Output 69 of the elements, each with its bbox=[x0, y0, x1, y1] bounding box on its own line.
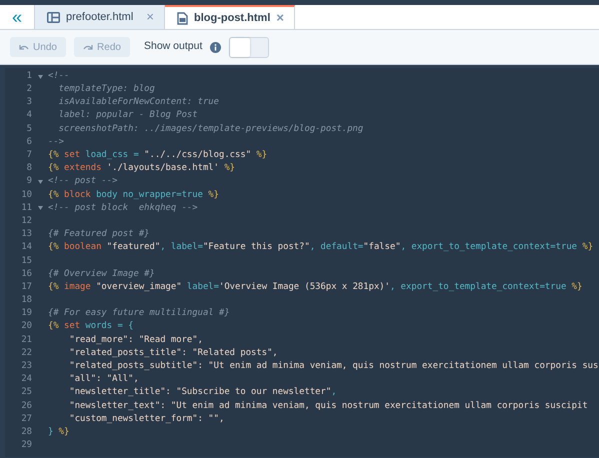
fold-arrow-icon[interactable] bbox=[38, 74, 42, 79]
line-number: 15 bbox=[20, 254, 32, 268]
redo-icon bbox=[83, 44, 94, 50]
line-number: 29 bbox=[20, 439, 32, 452]
line-number: 3 bbox=[26, 96, 32, 110]
show-output-label: Show output bbox=[144, 39, 202, 54]
code-line: {% block body no_wrapper=true %} bbox=[48, 188, 219, 202]
code-line: label: popular - Blog Post bbox=[58, 109, 198, 122]
code-line: } %} bbox=[48, 426, 70, 439]
layout-icon bbox=[47, 12, 60, 22]
line-number: 24 bbox=[20, 373, 32, 386]
code-line: screenshotPath: ../images/template-previews/blog-post.png bbox=[58, 122, 364, 136]
code-line: "read_more": "Read more", bbox=[68, 334, 203, 347]
line-number: 20 bbox=[20, 320, 32, 334]
line-number: 25 bbox=[20, 386, 32, 400]
code-line: {% image "overview_image" label='Overview Image (536px x 281px)', export_to_template_context=true %} bbox=[48, 280, 582, 294]
fold-arrow-icon[interactable] bbox=[38, 206, 42, 210]
line-number: 5 bbox=[26, 122, 32, 136]
line-number: 8 bbox=[26, 162, 32, 176]
code-line: {# Overview Image #} bbox=[48, 268, 155, 281]
code-line: <!-- post block ehkqheq --> bbox=[48, 202, 198, 215]
code-line: templateType: blog bbox=[58, 83, 155, 96]
line-number: 11 bbox=[20, 202, 32, 215]
line-number: 22 bbox=[20, 346, 32, 360]
file-tab[interactable]: prefooter.html × bbox=[35, 5, 165, 29]
code-line: {% extends './layouts/base.html' %} bbox=[48, 162, 236, 176]
line-number: 2 bbox=[26, 83, 32, 96]
fold-arrow-icon[interactable] bbox=[38, 180, 42, 184]
file-icon bbox=[177, 12, 188, 24]
code-line: "related_posts_subtitle": "Ut enim ad minima veniam, quis nostrum exercitationem ullam corporis sus bbox=[68, 360, 598, 374]
close-icon[interactable]: × bbox=[146, 7, 154, 27]
code-line: {% set words = { bbox=[48, 320, 134, 334]
line-number: 6 bbox=[26, 136, 32, 149]
code-line: "custom_newsletter_form": "", bbox=[68, 412, 224, 426]
file-tab[interactable]: blog-post.html × bbox=[165, 5, 295, 29]
line-number: 12 bbox=[20, 214, 32, 228]
code-editor[interactable] bbox=[5, 68, 599, 457]
line-number: 26 bbox=[20, 400, 32, 413]
line-number: 16 bbox=[20, 268, 32, 281]
code-line: "all": "All", bbox=[68, 373, 139, 386]
line-number: 14 bbox=[20, 241, 32, 254]
line-number: 18 bbox=[20, 294, 32, 308]
line-number: 17 bbox=[20, 280, 32, 294]
line-number: 27 bbox=[20, 412, 32, 426]
close-icon[interactable]: × bbox=[276, 8, 284, 28]
line-number: 1 bbox=[26, 70, 32, 83]
code-line: <!-- bbox=[48, 70, 70, 83]
line-number: 4 bbox=[26, 109, 32, 122]
code-line: {% set load_css = "../../css/blog.css" %} bbox=[48, 149, 268, 162]
code-line: isAvailableForNewContent: true bbox=[58, 96, 219, 110]
code-line: --> bbox=[48, 136, 64, 149]
code-line: {# For easy future multilingual #} bbox=[48, 307, 230, 320]
info-icon[interactable] bbox=[210, 42, 222, 52]
line-number: 10 bbox=[20, 188, 32, 202]
code-line: "related_posts_title": "Related posts", bbox=[68, 346, 278, 360]
line-number: 28 bbox=[20, 426, 32, 439]
code-line: <!-- post --> bbox=[48, 175, 118, 188]
output-toggle[interactable] bbox=[229, 36, 270, 58]
line-number: 19 bbox=[20, 307, 32, 320]
code-line: "newsletter_title": "Subscribe to our newsletter", bbox=[68, 386, 337, 400]
code-line: "newsletter_text": "Ut enim ad minima veniam, quis nostrum exercitationem ullam corporis suscipit bbox=[68, 400, 588, 413]
line-number: 7 bbox=[26, 149, 32, 162]
undo-icon bbox=[19, 44, 30, 50]
line-number: 23 bbox=[20, 360, 32, 374]
line-number: 13 bbox=[20, 228, 32, 242]
code-line: {% boolean "featured", label="Feature this post?", default="false", export_to_template_context=true %} bbox=[48, 241, 594, 254]
line-number: 9 bbox=[26, 175, 32, 188]
code-line: {# Featured post #} bbox=[48, 228, 150, 242]
line-number: 21 bbox=[20, 334, 32, 347]
